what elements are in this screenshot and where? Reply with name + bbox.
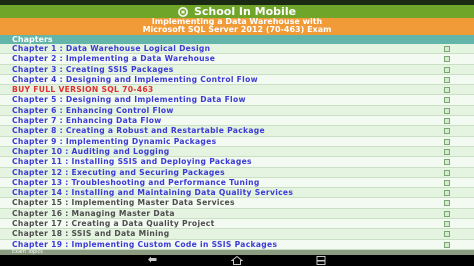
chapter-item-label: Chapter 11 : Installing SSIS and Deployi… [12,157,252,167]
chapter-checkbox-icon[interactable] [444,210,450,217]
recent-apps-icon[interactable] [314,256,328,266]
chapter-item-label: Chapter 5 : Designing and Implementing D… [12,95,246,105]
exam-banner-line-2: Microsoft SQL Server 2012 (70-463) Exam [142,26,332,34]
chapter-checkbox-icon[interactable] [444,148,450,155]
chapter-item[interactable]: Chapter 3 : Creating SSIS Packages [0,64,474,75]
chapter-checkbox-icon[interactable] [444,87,450,94]
chapter-item[interactable]: Chapter 18 : SSIS and Data Mining [0,229,474,240]
chapter-list: Chapter 1 : Data Warehouse Logical Desig… [0,44,474,250]
chapter-checkbox-icon[interactable] [444,76,450,83]
chapter-checkbox-icon[interactable] [444,159,450,166]
chapter-item[interactable]: Chapter 4 : Designing and Implementing C… [0,74,474,86]
chapter-checkbox-icon[interactable] [444,169,450,176]
chapter-item-label: Chapter 18 : SSIS and Data Mining [12,229,170,239]
chapter-item-label: Chapter 17 : Creating a Data Quality Pro… [12,219,215,229]
chapter-item[interactable]: Chapter 7 : Enhancing Data Flow [0,116,474,127]
chapter-item-label: Chapter 3 : Creating SSIS Packages [12,64,174,74]
chapter-checkbox-icon[interactable] [444,107,450,114]
back-arrow-icon[interactable] [146,256,160,266]
title-bar: School In Mobile [0,5,474,18]
chapter-item-label: Chapter 14 : Installing and Maintaining … [12,188,294,198]
chapter-item[interactable]: Chapter 13 : Troubleshooting and Perform… [0,177,474,189]
chapter-checkbox-icon[interactable] [444,241,450,248]
chapter-checkbox-icon[interactable] [444,118,450,125]
chapter-item[interactable]: Chapter 9 : Implementing Dynamic Package… [0,136,474,147]
chapter-item[interactable]: Chapter 17 : Creating a Data Quality Pro… [0,219,474,230]
chapter-item[interactable]: Chapter 12 : Executing and Securing Pack… [0,167,474,178]
section-header-chapters: Chapters [0,35,474,44]
chapter-item-label: Chapter 7 : Enhancing Data Flow [12,116,162,126]
chapter-checkbox-icon[interactable] [444,128,450,135]
chapter-item[interactable]: Chapter 1 : Data Warehouse Logical Desig… [0,44,474,55]
chapter-item[interactable]: Chapter 15 : Implementing Master Data Se… [0,198,474,209]
system-nav-bar [0,255,474,266]
chapter-item[interactable]: Chapter 16 : Managing Master Data [0,208,474,220]
chapter-checkbox-icon[interactable] [444,190,450,197]
chapter-item[interactable]: BUY FULL VERSION SQL 70-463 [0,85,474,96]
chapter-checkbox-icon[interactable] [444,221,450,228]
chapter-item[interactable]: Chapter 6 : Enhancing Control Flow [0,105,474,117]
chapter-item-label: Chapter 19 : Implementing Custom Code in… [12,239,278,249]
chapter-item[interactable]: Chapter 2 : Implementing a Data Warehous… [0,54,474,65]
chapter-checkbox-icon[interactable] [444,138,450,145]
exam-banner-line-1: Implementing a Data Warehouse with [151,18,323,26]
chapter-item[interactable]: Chapter 14 : Installing and Maintaining … [0,188,474,199]
chapter-item-label: Chapter 13 : Troubleshooting and Perform… [12,177,260,187]
chapter-item-label: Chapter 15 : Implementing Master Data Se… [12,198,235,208]
exam-banner: Implementing a Data Warehouse with Micro… [0,18,474,35]
chapter-checkbox-icon[interactable] [444,200,450,207]
chapter-item-label: Chapter 8 : Creating a Robust and Restar… [12,126,265,136]
chapter-item[interactable]: Chapter 10 : Auditing and Logging [0,146,474,158]
chapter-item[interactable]: Chapter 5 : Designing and Implementing D… [0,95,474,106]
school-logo-icon [177,6,188,17]
home-icon[interactable] [230,256,244,266]
chapter-checkbox-icon[interactable] [444,56,450,63]
chapter-checkbox-icon[interactable] [444,66,450,73]
chapter-item[interactable]: Chapter 11 : Installing SSIS and Deployi… [0,157,474,168]
chapter-item-label: Chapter 1 : Data Warehouse Logical Desig… [12,44,211,53]
chapter-item[interactable]: Chapter 19 : Implementing Custom Code in… [0,239,474,250]
chapter-item-label: Chapter 10 : Auditing and Logging [12,146,170,156]
app-title: School In Mobile [193,5,297,18]
chapter-item[interactable]: Chapter 8 : Creating a Robust and Restar… [0,126,474,137]
chapter-item-label: BUY FULL VERSION SQL 70-463 [12,85,154,95]
chapter-checkbox-icon[interactable] [444,97,450,104]
chapter-item-label: Chapter 6 : Enhancing Control Flow [12,105,174,115]
chapter-item-label: Chapter 12 : Executing and Securing Pack… [12,167,225,177]
app-root: School In Mobile Implementing a Data War… [0,0,474,266]
chapter-checkbox-icon[interactable] [444,179,450,186]
chapter-item-label: Chapter 2 : Implementing a Data Warehous… [12,54,216,64]
chapter-item-label: Chapter 4 : Designing and Implementing C… [12,74,258,84]
chapter-checkbox-icon[interactable] [444,231,450,238]
chapter-item-label: Chapter 16 : Managing Master Data [12,208,175,218]
chapter-checkbox-icon[interactable] [444,46,450,52]
chapter-item-label: Chapter 9 : Implementing Dynamic Package… [12,136,217,146]
